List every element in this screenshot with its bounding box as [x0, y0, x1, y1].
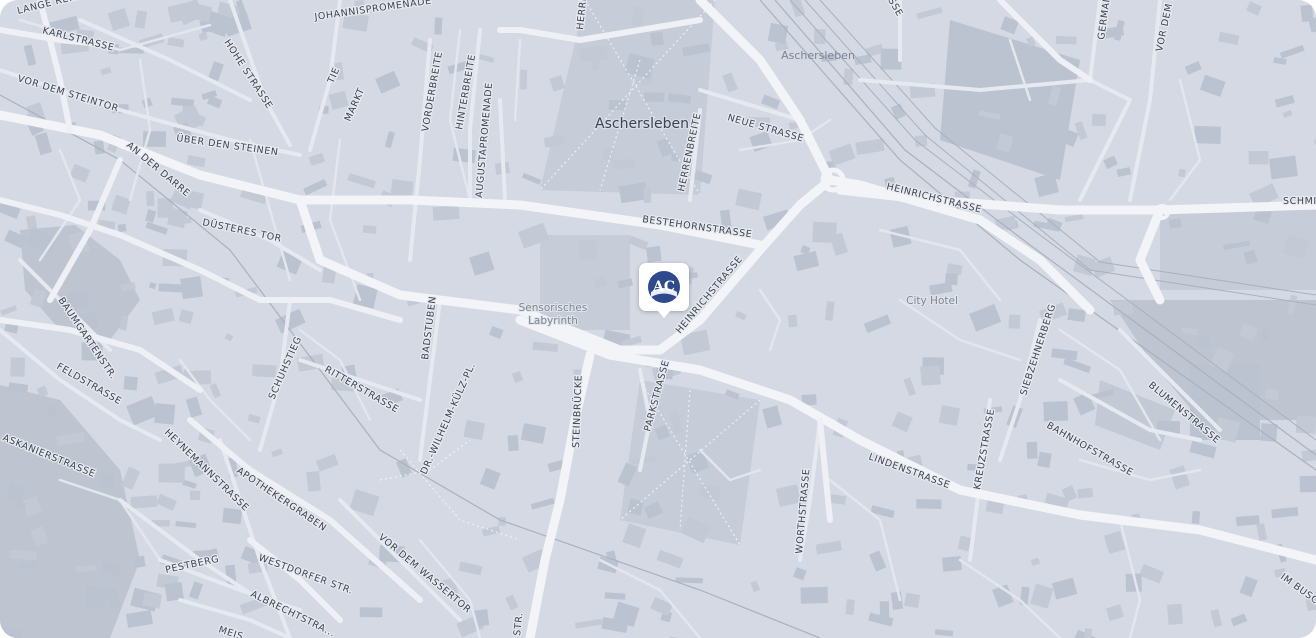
building [93, 140, 105, 155]
building [644, 92, 665, 102]
building [879, 601, 890, 618]
company-logo-icon: AC [648, 271, 680, 303]
building [1194, 125, 1222, 144]
building [843, 68, 854, 86]
building [189, 490, 201, 501]
building [452, 147, 476, 164]
building [978, 97, 989, 110]
street-schmi: SCHMI... [1283, 196, 1316, 207]
building [916, 499, 942, 510]
building [1055, 36, 1077, 45]
logo-text: AC [652, 279, 675, 295]
poi-labyrinth-line2: Labyrinth [528, 315, 578, 327]
building [1264, 388, 1279, 400]
building [1067, 308, 1086, 322]
building [1037, 451, 1052, 468]
building [1300, 4, 1314, 23]
building [154, 403, 176, 425]
building [920, 365, 941, 386]
building [578, 239, 598, 261]
building [650, 31, 664, 46]
building [9, 549, 37, 561]
building [85, 585, 107, 608]
building [904, 592, 921, 609]
building [1178, 168, 1186, 178]
building [996, 41, 1012, 52]
building [1167, 603, 1183, 625]
building [47, 406, 58, 417]
building [938, 405, 960, 426]
building [608, 99, 626, 111]
building [1299, 475, 1316, 493]
building [787, 314, 798, 328]
building [14, 502, 26, 510]
building [845, 599, 855, 615]
building [177, 217, 192, 224]
poi-city-hotel: City Hotel [906, 295, 958, 307]
building [645, 245, 662, 263]
building [1235, 515, 1260, 527]
building [941, 555, 962, 572]
map-view[interactable]: Aschersleben Aschersleben Sensorisches L… [0, 0, 1316, 638]
building [1091, 113, 1107, 127]
building [1059, 82, 1075, 97]
building [520, 69, 528, 90]
building [359, 607, 383, 618]
building [434, 17, 443, 35]
poi-labyrinth-line1: Sensorisches [519, 302, 588, 314]
building [306, 470, 321, 492]
building [1191, 510, 1201, 524]
building [222, 507, 243, 525]
building [146, 191, 155, 207]
building [463, 419, 486, 441]
location-marker[interactable]: AC [639, 263, 689, 318]
building [579, 45, 608, 62]
building [10, 357, 26, 377]
building [1020, 125, 1035, 146]
building [117, 223, 127, 233]
building [123, 376, 138, 391]
building [1268, 155, 1298, 180]
building [1169, 218, 1182, 229]
building [611, 158, 636, 170]
town-label: Aschersleben [595, 116, 689, 132]
building [180, 276, 204, 300]
building [1026, 441, 1038, 459]
building [362, 224, 377, 234]
building [800, 586, 829, 604]
building [1043, 401, 1069, 422]
building [671, 153, 679, 162]
building [1030, 126, 1060, 146]
building [643, 186, 652, 203]
building [133, 555, 146, 568]
building [99, 472, 115, 488]
building [1008, 314, 1021, 329]
building [767, 22, 789, 44]
building [432, 205, 460, 221]
building [130, 495, 158, 509]
building [1295, 415, 1316, 434]
building [813, 29, 826, 45]
building [158, 463, 185, 483]
building [252, 364, 277, 378]
building [812, 221, 837, 244]
station-label: Aschersleben [781, 49, 855, 62]
building [602, 146, 615, 160]
building [1248, 151, 1269, 165]
building [944, 273, 959, 286]
building [507, 435, 519, 452]
map-canvas[interactable]: Aschersleben Aschersleben Sensorisches L… [0, 0, 1316, 638]
building [1077, 487, 1094, 499]
